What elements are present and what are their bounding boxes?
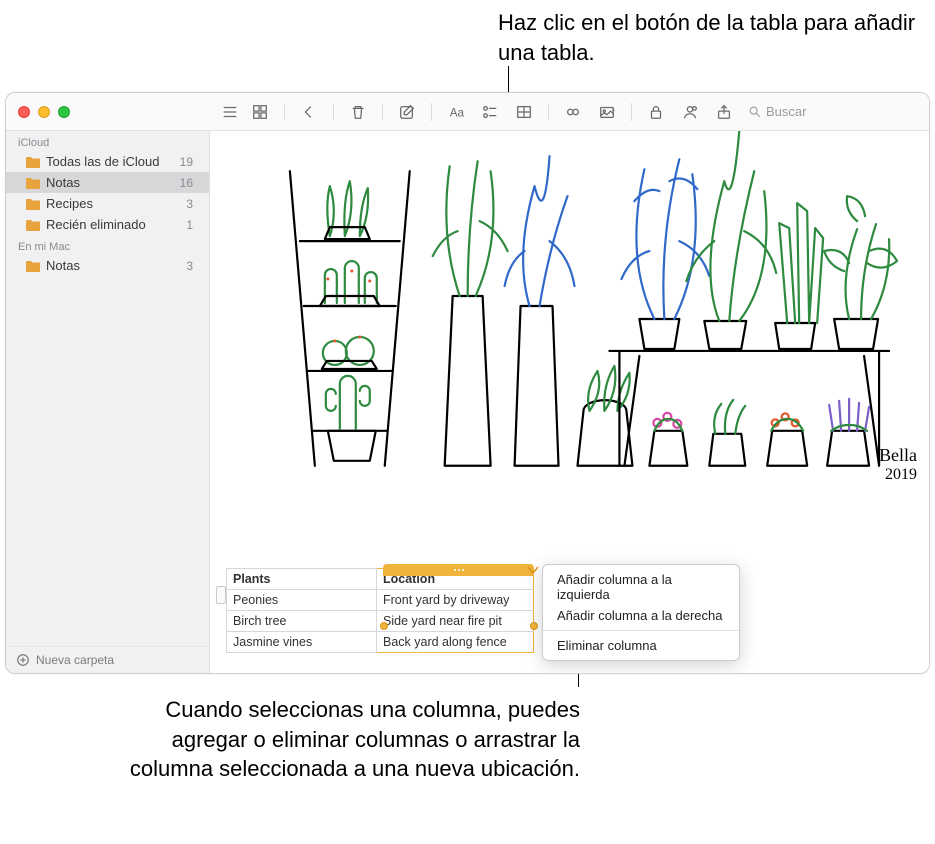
plants-drawing: Bella 2019 [210, 131, 929, 491]
svg-text:2019: 2019 [885, 466, 917, 483]
table-cell[interactable]: Front yard by driveway [377, 590, 534, 611]
back-button[interactable] [299, 102, 319, 122]
notes-window: Aa Buscar iCloud Todas las de iCloud 19 [5, 92, 930, 674]
folder-icon [26, 156, 40, 168]
sidebar-section-header[interactable]: En mi Mac [6, 235, 209, 255]
table-button[interactable] [514, 102, 534, 122]
callout-bottom-text: Cuando seleccionas una columna, puedes a… [105, 695, 580, 784]
sidebar-item-label: Todas las de iCloud [46, 154, 174, 169]
menu-item-delete-col[interactable]: Eliminar columna [543, 635, 739, 656]
sidebar-item-count: 3 [186, 197, 197, 211]
callout-line [508, 66, 509, 94]
search-icon [748, 105, 762, 119]
menu-item-add-col-left[interactable]: Añadir columna a la izquierda [543, 569, 739, 605]
table-row[interactable]: Jasmine vines Back yard along fence [227, 632, 534, 653]
toolbar: Aa Buscar [210, 102, 929, 122]
sidebar-item-label: Recipes [46, 196, 180, 211]
collaborate-button[interactable] [680, 102, 700, 122]
menu-separator [543, 630, 739, 631]
share-button[interactable] [714, 102, 734, 122]
column-handle-selected[interactable] [383, 564, 534, 576]
grid-view-button[interactable] [250, 102, 270, 122]
table-row[interactable]: Peonies Front yard by driveway [227, 590, 534, 611]
window-controls [6, 106, 210, 118]
titlebar: Aa Buscar [6, 93, 929, 131]
table-cell[interactable]: Birch tree [227, 611, 377, 632]
table-header[interactable]: Plants [227, 569, 377, 590]
sidebar-item-recipes[interactable]: Recipes 3 [6, 193, 209, 214]
sidebar-section-header[interactable]: iCloud [6, 131, 209, 151]
media-button[interactable] [597, 102, 617, 122]
new-note-button[interactable] [397, 102, 417, 122]
new-folder-label: Nueva carpeta [36, 653, 114, 667]
format-button[interactable]: Aa [446, 102, 466, 122]
maximize-window-button[interactable] [58, 106, 70, 118]
note-content[interactable]: Bella 2019 Plants Location Peonie [210, 131, 929, 673]
sidebar-item-count: 1 [186, 218, 197, 232]
sidebar: iCloud Todas las de iCloud 19 Notas 16 R… [6, 131, 210, 673]
folder-icon [26, 260, 40, 272]
sidebar-item-label: Notas [46, 258, 180, 273]
note-table-wrap: Plants Location Peonies Front yard by dr… [220, 568, 740, 653]
close-window-button[interactable] [18, 106, 30, 118]
note-table[interactable]: Plants Location Peonies Front yard by dr… [226, 568, 534, 653]
drawing-signature: Bella [879, 445, 917, 465]
folder-icon [26, 198, 40, 210]
row-handle[interactable] [216, 586, 226, 604]
folder-icon [26, 219, 40, 231]
search-placeholder: Buscar [766, 104, 806, 119]
menu-item-add-col-right[interactable]: Añadir columna a la derecha [543, 605, 739, 626]
link-button[interactable] [563, 102, 583, 122]
table-cell[interactable]: Back yard along fence [377, 632, 534, 653]
sidebar-item-count: 3 [186, 259, 197, 273]
table-cell[interactable]: Side yard near fire pit [377, 611, 534, 632]
sidebar-item-notas[interactable]: Notas 16 [6, 172, 209, 193]
selection-handle[interactable] [530, 622, 538, 630]
table-cell[interactable]: Jasmine vines [227, 632, 377, 653]
chevron-down-icon[interactable] [527, 565, 539, 575]
sidebar-item-label: Notas [46, 175, 174, 190]
minimize-window-button[interactable] [38, 106, 50, 118]
svg-text:Aa: Aa [450, 106, 465, 119]
plus-circle-icon [16, 653, 30, 667]
sidebar-item-all-icloud[interactable]: Todas las de iCloud 19 [6, 151, 209, 172]
sidebar-item-count: 16 [180, 176, 197, 190]
folder-icon [26, 177, 40, 189]
selection-handle[interactable] [380, 622, 388, 630]
lock-button[interactable] [646, 102, 666, 122]
delete-button[interactable] [348, 102, 368, 122]
list-view-button[interactable] [220, 102, 240, 122]
sidebar-item-trash[interactable]: Recién eliminado 1 [6, 214, 209, 235]
column-context-menu: Añadir columna a la izquierda Añadir col… [542, 564, 740, 661]
search-field[interactable]: Buscar [748, 104, 868, 119]
new-folder-button[interactable]: Nueva carpeta [6, 646, 209, 673]
sidebar-item-local-notas[interactable]: Notas 3 [6, 255, 209, 276]
sidebar-item-count: 19 [180, 155, 197, 169]
checklist-button[interactable] [480, 102, 500, 122]
callout-top-text: Haz clic en el botón de la tabla para añ… [498, 8, 918, 67]
table-cell[interactable]: Peonies [227, 590, 377, 611]
sidebar-item-label: Recién eliminado [46, 217, 180, 232]
